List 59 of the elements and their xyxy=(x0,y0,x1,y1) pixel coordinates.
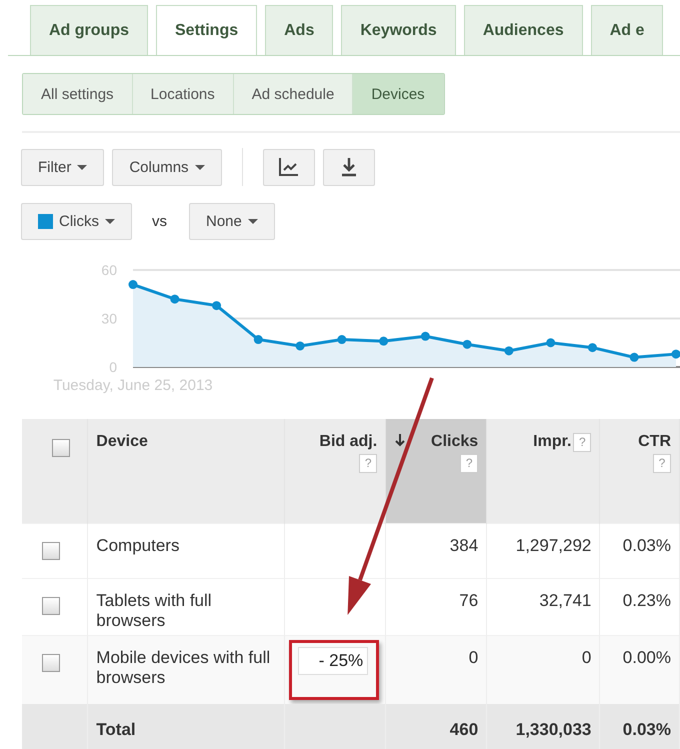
column-header: Clicks xyxy=(431,433,478,451)
data-point xyxy=(254,335,263,344)
row-checkbox[interactable] xyxy=(42,597,60,615)
data-point xyxy=(170,294,180,304)
select-all-checkbox[interactable] xyxy=(52,439,70,457)
table-cell: 0 xyxy=(486,636,600,704)
table-cell: 460 xyxy=(386,704,487,749)
columns-dropdown[interactable]: Columns xyxy=(112,148,222,186)
tab[interactable]: Ads xyxy=(265,5,334,55)
caret-icon xyxy=(105,219,115,224)
table-cell: 1,297,292 xyxy=(486,524,600,578)
column-header: Device xyxy=(96,433,148,450)
tab[interactable]: Settings xyxy=(156,5,258,55)
caret-icon xyxy=(248,219,258,224)
table-cell: 1,330,033 xyxy=(486,704,600,749)
data-point xyxy=(128,280,138,290)
caret-icon xyxy=(77,164,88,170)
filter-button[interactable]: Filter xyxy=(21,148,104,186)
data-point xyxy=(672,350,680,359)
table-cell: 384 xyxy=(386,524,487,578)
tab[interactable]: Ad groups xyxy=(30,5,148,55)
table-cell: 0.00% xyxy=(600,636,680,704)
table-cell: Total xyxy=(88,704,285,749)
data-point xyxy=(420,332,430,341)
data-point xyxy=(296,341,305,350)
data-point xyxy=(546,338,556,348)
data-point xyxy=(212,301,222,310)
column-header: Impr. xyxy=(533,433,572,451)
line-chart-icon xyxy=(278,157,300,177)
data-point xyxy=(630,352,639,362)
chart-toggle-button[interactable] xyxy=(262,148,315,186)
tab[interactable]: Audiences xyxy=(464,5,583,55)
data-point xyxy=(462,340,472,349)
column-header: CTR xyxy=(638,433,671,451)
subtab[interactable]: All settings xyxy=(23,74,133,114)
column-header: Bid adj. xyxy=(319,433,378,451)
subtab[interactable]: Locations xyxy=(132,74,234,114)
download-icon xyxy=(340,157,357,177)
vs-label: vs xyxy=(152,213,167,230)
data-point xyxy=(588,343,597,352)
table-cell: 0 xyxy=(386,636,487,704)
data-point xyxy=(337,335,346,344)
bid-adjustment-field[interactable]: - 25% xyxy=(298,647,368,675)
table-cell: 0.03% xyxy=(600,524,680,578)
caret-icon xyxy=(194,164,205,170)
tab[interactable]: Keywords xyxy=(341,5,456,55)
table-cell: Computers xyxy=(88,524,285,578)
subtab[interactable]: Devices xyxy=(353,74,444,114)
tab[interactable]: Ad e xyxy=(590,5,664,55)
compare-dropdown[interactable]: None xyxy=(189,203,275,240)
metric-dropdown[interactable]: Clicks xyxy=(21,203,132,240)
row-checkbox[interactable] xyxy=(42,542,60,560)
table-cell: Mobile devices with full browsers xyxy=(88,636,285,704)
data-point xyxy=(504,346,514,356)
download-button[interactable] xyxy=(322,148,375,186)
data-point xyxy=(379,336,388,346)
subtab[interactable]: Ad schedule xyxy=(234,74,354,114)
table-cell: 0.03% xyxy=(600,704,680,749)
row-checkbox[interactable] xyxy=(42,654,60,672)
